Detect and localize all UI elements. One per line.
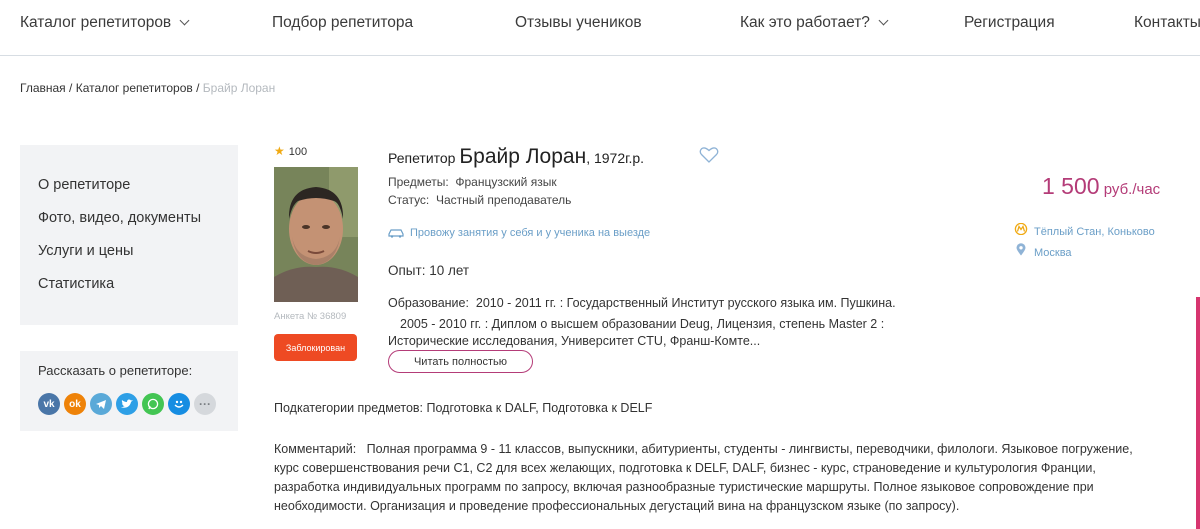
location-pin-icon [1014,243,1028,259]
price-unit: руб./час [1099,181,1161,198]
nav-how-label: Как это работает? [740,14,870,31]
rating-value: 100 [288,146,308,158]
price: 1 500 руб./час [1042,173,1160,200]
breadcrumb-separator: / [65,81,76,95]
top-navigation: Каталог репетиторов Подбор репетитора От… [0,0,1200,56]
status-value: Частный преподаватель [435,193,572,207]
comment-line-3: разработка индивидуальных программ по за… [274,480,1094,494]
education-line-3: Исторические исследования, Университет C… [388,334,761,348]
breadcrumb-home[interactable]: Главная [20,81,66,95]
comment-text: Полная программа 9 - 11 классов, выпускн… [366,442,1133,456]
tutor-role: Репетитор [388,150,460,166]
breadcrumb-separator: / [192,81,203,95]
moimir-icon[interactable] [168,393,190,415]
metro-location: Тёплый Стан, Коньково [1014,222,1155,238]
status-label: Статус: [388,193,430,207]
breadcrumb: Главная / Каталог репетиторов / Брайр Ло… [20,81,275,95]
comment-line-1: Комментарий: Полная программа 9 - 11 кла… [274,442,1133,456]
breadcrumb-current: Брайр Лоран [202,81,276,95]
favorite-heart-icon[interactable] [699,146,719,164]
chevron-down-icon [179,15,190,26]
whatsapp-icon[interactable] [142,393,164,415]
tutor-photo[interactable] [274,167,358,302]
comment-line-2: курс совершенствования речи С1, С2 для в… [274,461,1096,475]
tutor-birth-year: , 1972г.р. [586,150,645,166]
nav-register[interactable]: Регистрация [964,14,1055,32]
more-icon[interactable]: ··· [194,393,216,415]
portrait-image [274,167,358,302]
sidebar-item-about[interactable]: О репетиторе [38,177,130,193]
subcategories: Подкатегории предметов: Подготовка к DAL… [274,401,652,415]
education-text: 2010 - 2011 гг. : Государственный Инстит… [475,296,896,310]
sidebar-item-media[interactable]: Фото, видео, документы [38,210,201,226]
car-icon [388,229,404,238]
star-icon: ★ [274,144,285,158]
rating: ★ 100 [274,144,307,158]
status-line: Статус: Частный преподаватель [388,193,571,207]
subjects-value: Французский язык [455,175,557,189]
metro-icon [1014,222,1028,238]
telegram-icon[interactable] [90,393,112,415]
city-location: Москва [1014,243,1072,259]
twitter-icon[interactable] [116,393,138,415]
comment-label: Комментарий: [274,442,357,456]
feedback-tab[interactable] [1196,297,1200,529]
education-label: Образование: [388,296,469,310]
metro-text: Тёплый Стан, Коньково [1034,226,1155,238]
nav-catalog-label: Каталог репетиторов [20,14,172,31]
comment-line-4: необходимости. Организация и проведение … [274,499,960,513]
nav-catalog[interactable]: Каталог репетиторов [20,14,190,32]
sidebar-item-services[interactable]: Услуги и цены [38,243,133,259]
city-text: Москва [1034,247,1072,259]
nav-how-it-works[interactable]: Как это работает? [740,14,889,32]
breadcrumb-catalog[interactable]: Каталог репетиторов [76,81,193,95]
subcategories-label: Подкатегории предметов: [274,401,424,415]
sidebar-menu: О репетиторе Фото, видео, документы Услу… [20,145,238,325]
subcategories-value: Подготовка к DALF, Подготовка к DELF [426,401,653,415]
experience: Опыт: 10 лет [388,263,470,278]
subjects-label: Предметы: [388,175,449,189]
blocked-badge: Заблокирован [274,334,357,361]
profile-id: Анкета № 36809 [274,311,347,322]
share-title: Рассказать о репетиторе: [38,363,193,378]
nav-contacts[interactable]: Контакты [1134,14,1200,32]
share-box: Рассказать о репетиторе: vk ok ··· [20,351,238,431]
odnoklassniki-icon[interactable]: ok [64,393,86,415]
sidebar-item-statistics[interactable]: Статистика [38,276,114,292]
travel-text: Провожу занятия у себя и у ученика на вы… [410,227,651,239]
tutor-name: Брайр Лоран [459,145,587,168]
price-amount: 1 500 [1042,173,1100,199]
chevron-down-icon [878,15,889,26]
education-line-2: 2005 - 2010 гг. : Диплом о высшем образо… [400,317,885,331]
tutor-heading: Репетитор Брайр Лоран, 1972г.р. [388,145,644,169]
nav-reviews[interactable]: Отзывы учеников [515,14,642,32]
travel-info: Провожу занятия у себя и у ученика на вы… [388,227,650,239]
education-line-1: Образование: 2010 - 2011 гг. : Государст… [388,296,896,310]
nav-selection[interactable]: Подбор репетитора [272,14,413,32]
vk-icon[interactable]: vk [38,393,60,415]
read-more-button[interactable]: Читать полностью [388,350,533,373]
subjects-line: Предметы: Французский язык [388,175,557,189]
